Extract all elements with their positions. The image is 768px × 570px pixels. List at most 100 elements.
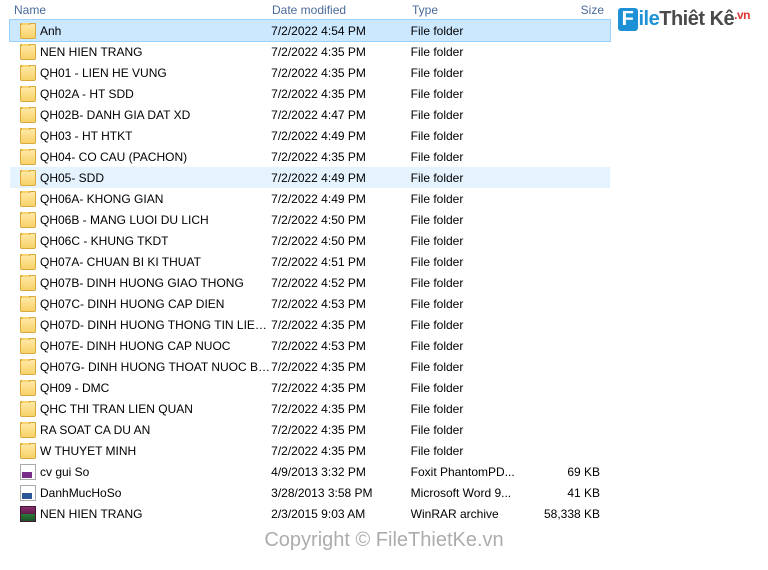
file-type: File folder <box>411 234 531 248</box>
watermark: Copyright © FileThietKe.vn <box>0 529 768 552</box>
logo-rest: Thiêt Kê <box>659 8 734 30</box>
file-type: File folder <box>411 255 531 269</box>
site-logo: FileThiêt Kê.vn <box>618 8 751 31</box>
file-name: QH06A- KHONG GIAN <box>40 192 163 206</box>
file-row[interactable]: NEN HIEN TRANG7/2/2022 4:35 PMFile folde… <box>10 41 610 62</box>
folder-icon <box>20 254 36 270</box>
file-type: File folder <box>411 318 531 332</box>
file-row[interactable]: QH06B - MANG LUOI DU LICH 7/2/2022 4:50 P… <box>10 209 610 230</box>
header-type[interactable]: Type <box>408 3 528 17</box>
file-date: 7/2/2022 4:49 PM <box>271 192 411 206</box>
folder-icon <box>20 275 36 291</box>
file-name: QH04- CO CAU (PACHON) <box>40 150 187 164</box>
file-name: DanhMucHoSo <box>40 486 121 500</box>
file-type: File folder <box>411 171 531 185</box>
file-date: 7/2/2022 4:49 PM <box>271 129 411 143</box>
file-name: QH07D- DINH HUONG THONG TIN LIEN... <box>40 318 271 332</box>
file-type: File folder <box>411 276 531 290</box>
file-row[interactable]: QH04- CO CAU (PACHON) 7/2/2022 4:35 PMFil… <box>10 146 610 167</box>
folder-icon <box>20 359 36 375</box>
file-date: 7/2/2022 4:35 PM <box>271 87 411 101</box>
file-list: Name Date modified Type Size Anh 7/2/2022… <box>10 0 610 524</box>
file-row[interactable]: NEN HIEN TRANG2/3/2015 9:03 AMWinRAR arc… <box>10 503 610 524</box>
header-date[interactable]: Date modified <box>268 3 408 17</box>
file-date: 7/2/2022 4:54 PM <box>271 24 411 38</box>
file-row[interactable]: QH07G- DINH HUONG THOAT NUOC BA...7/2/20… <box>10 356 610 377</box>
rar-icon <box>20 506 36 522</box>
file-type: File folder <box>411 150 531 164</box>
file-row[interactable]: DanhMucHoSo3/28/2013 3:58 PMMicrosoft Wo… <box>10 482 610 503</box>
file-row[interactable]: QH07D- DINH HUONG THONG TIN LIEN...7/2/2… <box>10 314 610 335</box>
file-row[interactable]: QH07A- CHUAN BI KI THUAT 7/2/2022 4:51 PM… <box>10 251 610 272</box>
file-type: File folder <box>411 129 531 143</box>
file-row[interactable]: QH02B- DANH GIA DAT XD7/2/2022 4:47 PMFi… <box>10 104 610 125</box>
file-name: QH07E- DINH HUONG CAP NUOC <box>40 339 230 353</box>
file-name: QH07G- DINH HUONG THOAT NUOC BA... <box>40 360 271 374</box>
file-date: 7/2/2022 4:53 PM <box>271 339 411 353</box>
file-name: W THUYET MINH <box>40 444 136 458</box>
file-row[interactable]: QH07C- DINH HUONG CAP DIEN7/2/2022 4:53 … <box>10 293 610 314</box>
file-date: 2/3/2015 9:03 AM <box>271 507 411 521</box>
file-type: Foxit PhantomPD... <box>411 465 531 479</box>
file-date: 7/2/2022 4:35 PM <box>271 423 411 437</box>
file-name: QH06B - MANG LUOI DU LICH <box>40 213 209 227</box>
file-date: 7/2/2022 4:35 PM <box>271 150 411 164</box>
header-name[interactable]: Name <box>10 3 268 17</box>
file-date: 7/2/2022 4:50 PM <box>271 234 411 248</box>
file-row[interactable]: cv gui So4/9/2013 3:32 PMFoxit PhantomPD… <box>10 461 610 482</box>
file-type: File folder <box>411 24 531 38</box>
file-date: 7/2/2022 4:51 PM <box>271 255 411 269</box>
file-name: QH03 - HT HTKT <box>40 129 132 143</box>
file-date: 7/2/2022 4:35 PM <box>271 402 411 416</box>
file-row[interactable]: QH03 - HT HTKT 7/2/2022 4:49 PMFile folde… <box>10 125 610 146</box>
logo-ile: ile <box>639 8 660 30</box>
folder-icon <box>20 107 36 123</box>
file-row[interactable]: QH01 - LIEN HE VUNG7/2/2022 4:35 PMFile … <box>10 62 610 83</box>
folder-icon <box>20 86 36 102</box>
file-type: File folder <box>411 360 531 374</box>
folder-icon <box>20 23 36 39</box>
folder-icon <box>20 233 36 249</box>
folder-icon <box>20 44 36 60</box>
file-row[interactable]: QH07B- DINH HUONG GIAO THONG 7/2/2022 4:5… <box>10 272 610 293</box>
folder-icon <box>20 191 36 207</box>
file-row[interactable]: Anh 7/2/2022 4:54 PMFile folder <box>10 20 610 41</box>
file-name: QH05- SDD <box>40 171 104 185</box>
folder-icon <box>20 128 36 144</box>
file-name: Anh <box>40 24 61 38</box>
file-row[interactable]: RA SOAT CA DU AN7/2/2022 4:35 PMFile fol… <box>10 419 610 440</box>
file-row[interactable]: QH05- SDD7/2/2022 4:49 PMFile folder <box>10 167 610 188</box>
file-date: 7/2/2022 4:35 PM <box>271 45 411 59</box>
file-row[interactable]: QH06C - KHUNG TKDT7/2/2022 4:50 PMFile f… <box>10 230 610 251</box>
folder-icon <box>20 65 36 81</box>
file-type: File folder <box>411 444 531 458</box>
file-row[interactable]: QH07E- DINH HUONG CAP NUOC 7/2/2022 4:53 … <box>10 335 610 356</box>
header-size[interactable]: Size <box>528 3 608 17</box>
file-type: File folder <box>411 213 531 227</box>
folder-icon <box>20 149 36 165</box>
file-name: QH07A- CHUAN BI KI THUAT <box>40 255 201 269</box>
file-size: 69 KB <box>530 465 610 479</box>
file-name: NEN HIEN TRANG <box>40 45 142 59</box>
file-name: QH07B- DINH HUONG GIAO THONG <box>40 276 244 290</box>
file-row[interactable]: QH02A - HT SDD7/2/2022 4:35 PMFile folde… <box>10 83 610 104</box>
folder-icon <box>20 422 36 438</box>
file-type: File folder <box>411 402 531 416</box>
file-type: File folder <box>411 192 531 206</box>
file-date: 7/2/2022 4:52 PM <box>271 276 411 290</box>
file-row[interactable]: QH09 - DMC7/2/2022 4:35 PMFile folder <box>10 377 610 398</box>
file-name: cv gui So <box>40 465 89 479</box>
doc-icon <box>20 485 36 501</box>
folder-icon <box>20 380 36 396</box>
file-type: File folder <box>411 297 531 311</box>
file-date: 7/2/2022 4:35 PM <box>271 66 411 80</box>
file-date: 7/2/2022 4:50 PM <box>271 213 411 227</box>
folder-icon <box>20 296 36 312</box>
file-row[interactable]: QHC THI TRAN LIEN QUAN7/2/2022 4:35 PMFi… <box>10 398 610 419</box>
folder-icon <box>20 317 36 333</box>
file-type: File folder <box>411 339 531 353</box>
file-row[interactable]: QH06A- KHONG GIAN 7/2/2022 4:49 PMFile fo… <box>10 188 610 209</box>
file-row[interactable]: W THUYET MINH 7/2/2022 4:35 PMFile folder <box>10 440 610 461</box>
file-date: 7/2/2022 4:35 PM <box>271 444 411 458</box>
file-type: File folder <box>411 66 531 80</box>
